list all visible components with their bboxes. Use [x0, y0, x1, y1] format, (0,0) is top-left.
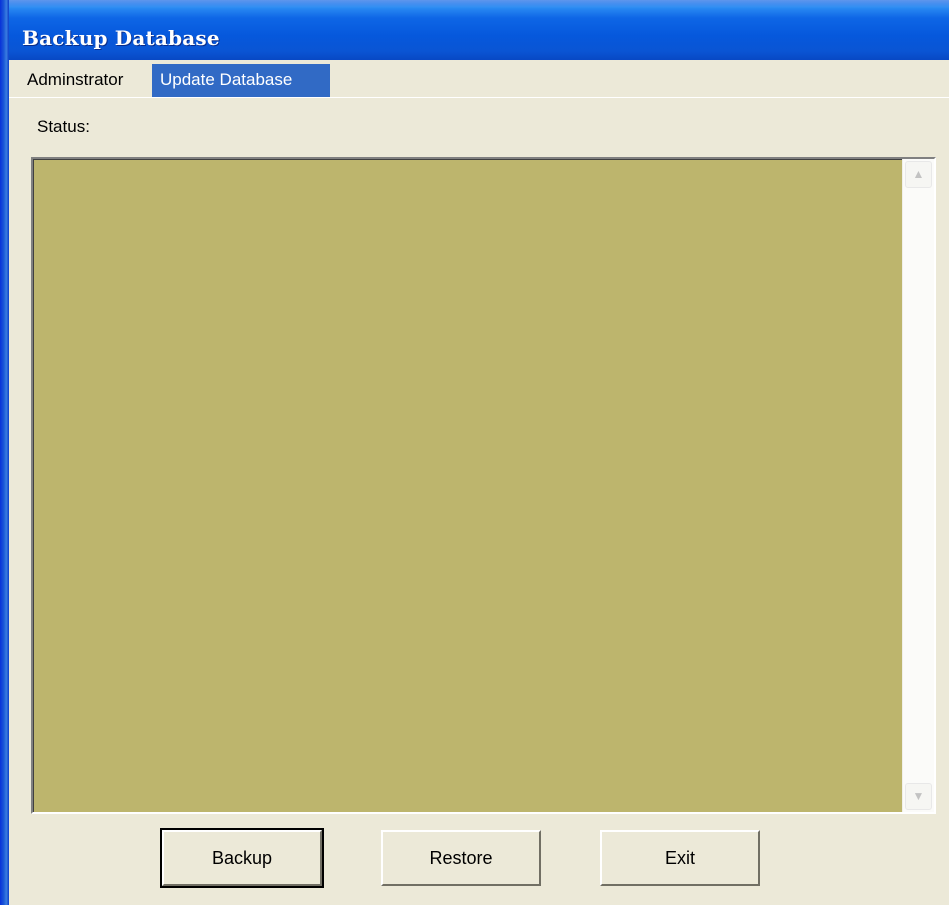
backup-database-window: Backup Database Adminstrator Update Data…	[0, 0, 949, 905]
status-content	[33, 159, 902, 812]
status-label: Status:	[37, 117, 90, 136]
window-left-border	[0, 0, 9, 905]
title-bar-shine	[0, 0, 949, 8]
restore-button[interactable]: Restore	[381, 830, 541, 886]
exit-button[interactable]: Exit	[600, 830, 760, 886]
backup-button[interactable]: Backup	[160, 828, 324, 888]
status-text-area[interactable]: ▲ ▼	[31, 157, 936, 814]
menu-bar: Adminstrator Update Database	[9, 64, 949, 98]
menu-item-adminstrator[interactable]: Adminstrator	[19, 64, 160, 97]
scroll-up-arrow-icon[interactable]: ▲	[905, 161, 932, 188]
title-bar[interactable]: Backup Database	[0, 0, 949, 60]
vertical-scrollbar[interactable]: ▲ ▼	[902, 159, 934, 812]
menu-item-update-database[interactable]: Update Database	[152, 64, 330, 97]
window-title: Backup Database	[22, 26, 220, 50]
scroll-down-arrow-icon[interactable]: ▼	[905, 783, 932, 810]
